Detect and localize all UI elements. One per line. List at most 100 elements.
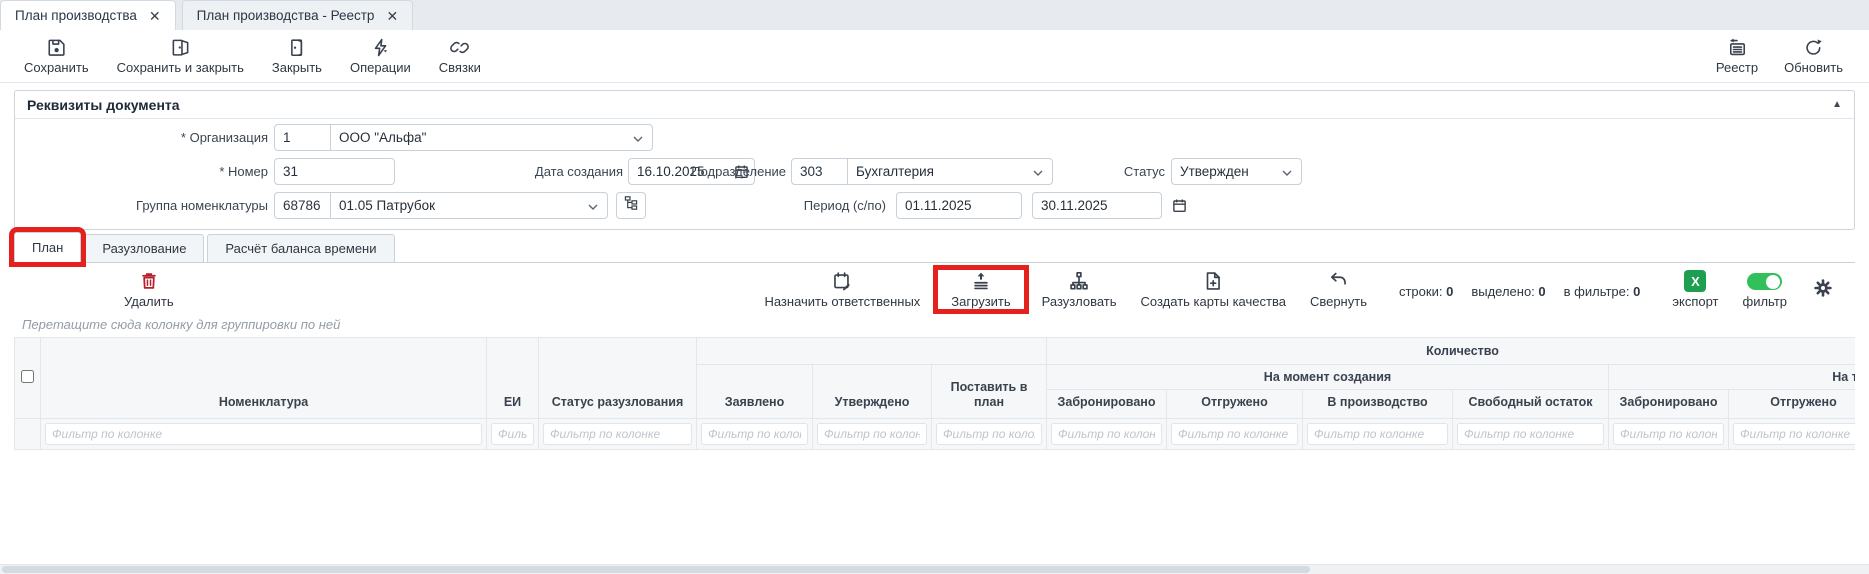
grid-counters: строки: 0 выделено: 0 в фильтре: 0 <box>1399 284 1640 299</box>
column-header-put-in-plan[interactable]: Поставить в план <box>932 365 1047 419</box>
upload-icon <box>970 270 992 292</box>
undo-arrow-icon <box>1327 270 1349 292</box>
chevron-down-icon <box>1033 163 1043 181</box>
registry-button[interactable]: Реестр <box>1716 37 1758 75</box>
filter-input-reserved-1[interactable] <box>1051 423 1162 445</box>
nomen-group-tree-button[interactable] <box>616 192 646 219</box>
column-header-requested[interactable]: Заявлено <box>697 365 813 419</box>
door-close-icon <box>286 37 307 58</box>
column-header-explosion-status[interactable]: Статус разузлования <box>539 338 697 419</box>
save-button[interactable]: Сохранить <box>24 37 89 75</box>
calendar-edit-icon <box>831 270 853 292</box>
window-tab-plan-registry-label: План производства - Реестр <box>197 8 375 23</box>
creation-date-label: Дата создания <box>445 158 623 185</box>
column-header-reserved-1[interactable]: Забронировано <box>1047 390 1167 419</box>
operations-button[interactable]: Операции <box>350 37 411 75</box>
number-input[interactable] <box>274 158 395 185</box>
requisites-panel: Реквизиты документа ▲ * Организация 1 ОО… <box>14 90 1855 230</box>
department-field[interactable]: 303 Бухгалтерия <box>791 158 1053 185</box>
organization-field[interactable]: 1 ООО "Альфа" <box>274 124 653 151</box>
organization-label: * Организация <box>15 124 268 151</box>
group-header-at-current: На теку <box>1609 365 1856 390</box>
refresh-button[interactable]: Обновить <box>1784 37 1843 75</box>
link-icon <box>449 37 470 58</box>
filter-input-requested[interactable] <box>701 423 808 445</box>
window-tab-bar: План производства ✕ План производства - … <box>0 0 1869 30</box>
close-button[interactable]: Закрыть <box>272 37 322 75</box>
department-name: Бухгалтерия <box>848 159 1029 184</box>
collapse-panel-icon[interactable]: ▲ <box>1832 99 1842 110</box>
number-label: * Номер <box>15 158 268 185</box>
filtered-counter: в фильтре: 0 <box>1564 284 1641 299</box>
load-button[interactable]: Загрузить <box>938 270 1023 309</box>
column-header-free-balance[interactable]: Свободный остаток <box>1453 390 1609 419</box>
grid-settings-button[interactable] <box>1813 278 1833 303</box>
filter-input-in-production[interactable] <box>1307 423 1448 445</box>
filter-cell-empty <box>15 419 41 450</box>
column-header-approved[interactable]: Утверждено <box>813 365 932 419</box>
filter-toggle-button[interactable]: фильтр <box>1737 270 1793 309</box>
column-header-reserved-2[interactable]: Забронировано <box>1609 390 1729 419</box>
department-label: Подразделение <box>635 158 786 185</box>
export-excel-button[interactable]: X экспорт <box>1666 270 1724 309</box>
tab-plan-label: План <box>32 240 63 255</box>
nomen-group-label: Группа номенклатуры <box>55 192 268 219</box>
close-icon[interactable]: ✕ <box>386 9 398 23</box>
period-to-input[interactable] <box>1032 192 1162 219</box>
filter-input-free-balance[interactable] <box>1457 423 1604 445</box>
column-header-shipped-2[interactable]: Отгружено <box>1729 390 1856 419</box>
nomen-group-field[interactable]: 68786 01.05 Патрубок <box>274 192 608 219</box>
filter-input-shipped-1[interactable] <box>1171 423 1298 445</box>
plan-tab-content: Удалить Назначить ответственных Загрузит… <box>14 262 1855 565</box>
horizontal-scrollbar <box>0 564 1869 574</box>
delete-button[interactable]: Удалить <box>118 270 180 309</box>
calendar-icon[interactable] <box>1172 198 1187 218</box>
registry-icon <box>1727 37 1748 58</box>
filter-input-shipped-2[interactable] <box>1733 423 1855 445</box>
column-header-nomenclature[interactable]: Номенклатура <box>41 338 487 419</box>
grid-toolbar: Удалить Назначить ответственных Загрузит… <box>14 263 1855 316</box>
chevron-down-icon <box>588 197 598 215</box>
create-quality-cards-button[interactable]: Создать карты качества <box>1135 270 1292 309</box>
window-tab-plan[interactable]: План производства ✕ <box>0 0 176 30</box>
nomen-group-code: 68786 <box>275 193 331 218</box>
status-select[interactable]: Утвержден <box>1171 158 1302 185</box>
selected-counter: выделено: 0 <box>1471 284 1545 299</box>
links-button[interactable]: Связки <box>439 37 481 75</box>
filter-input-reserved-2[interactable] <box>1613 423 1724 445</box>
department-code: 303 <box>792 159 848 184</box>
tab-time-balance[interactable]: Расчёт баланса времени <box>207 234 394 262</box>
column-header-in-production[interactable]: В производство <box>1303 390 1453 419</box>
status-label: Статус <box>1055 158 1165 185</box>
period-label: Период (с/по) <box>715 192 886 219</box>
chevron-down-icon <box>1282 163 1292 181</box>
filter-input-approved[interactable] <box>817 423 927 445</box>
select-all-checkbox[interactable] <box>21 370 34 383</box>
period-from-input[interactable] <box>896 192 1022 219</box>
column-header-shipped-1[interactable]: Отгружено <box>1167 390 1303 419</box>
column-header-unit[interactable]: ЕИ <box>487 338 539 419</box>
scrollbar-thumb[interactable] <box>2 566 1310 573</box>
close-icon[interactable]: ✕ <box>149 9 161 23</box>
lightning-icon <box>370 37 391 58</box>
window-tab-plan-registry[interactable]: План производства - Реестр ✕ <box>182 0 414 30</box>
collapse-rows-button[interactable]: Свернуть <box>1304 270 1373 309</box>
tab-plan[interactable]: План <box>14 232 81 262</box>
filter-input-put-in-plan[interactable] <box>936 423 1042 445</box>
save-and-close-icon <box>170 37 191 58</box>
assign-responsible-button[interactable]: Назначить ответственных <box>758 270 926 309</box>
explode-button[interactable]: Разузловать <box>1036 270 1123 309</box>
tab-time-balance-label: Расчёт баланса времени <box>225 241 376 256</box>
main-toolbar: Сохранить Сохранить и закрыть Закрыть Оп… <box>0 30 1869 83</box>
filter-input-unit[interactable] <box>491 423 534 445</box>
filter-input-nomenclature[interactable] <box>45 423 482 445</box>
requisites-title: Реквизиты документа <box>27 97 180 113</box>
filter-input-explosion-status[interactable] <box>543 423 692 445</box>
toggle-on-icon[interactable] <box>1747 273 1782 290</box>
group-header-empty <box>697 338 1047 365</box>
hierarchy-icon <box>1068 270 1090 292</box>
tab-explosion[interactable]: Разузлование <box>84 234 204 262</box>
organization-name: ООО "Альфа" <box>331 125 629 150</box>
save-and-close-button[interactable]: Сохранить и закрыть <box>117 37 244 75</box>
trash-icon <box>138 270 160 292</box>
